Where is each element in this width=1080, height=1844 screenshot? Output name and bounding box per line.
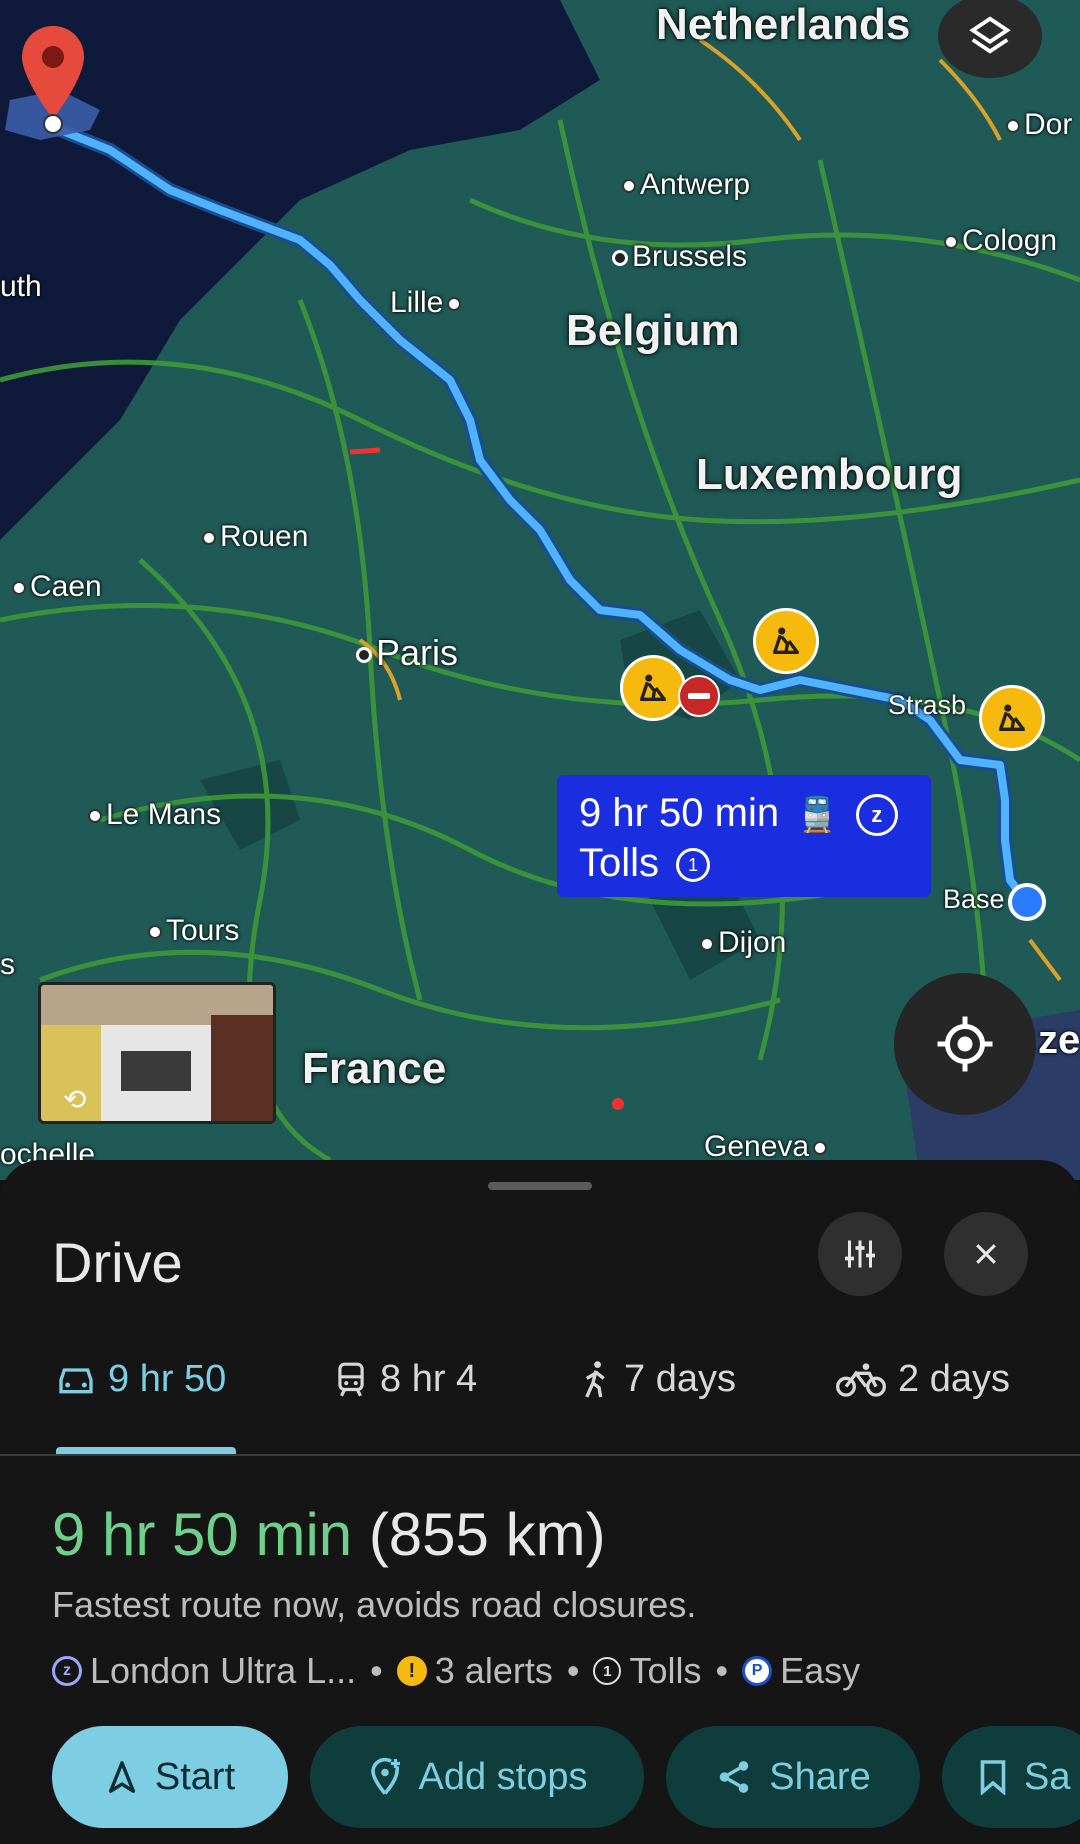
city-label: Caen [12,570,102,604]
layers-icon [969,16,1011,54]
save-button[interactable]: Sa [942,1726,1080,1828]
country-label: Belgium [566,306,740,355]
roadwork-icon[interactable] [753,608,819,674]
eta-distance: (855 km) [368,1501,606,1568]
city-label: Base [943,884,1005,914]
directions-sheet: Drive 9 hr 50 8 hr 4 7 days 2 days 9 hr … [0,1160,1080,1844]
parking-icon: P [742,1656,773,1686]
add-location-icon [370,1757,400,1795]
city-label: Antwerp [622,168,750,202]
tab-walk[interactable]: 7 days [580,1358,736,1401]
city-label: Brussels [612,240,747,274]
parking-chip[interactable]: Easy [780,1650,860,1692]
tab-walk-label: 7 days [624,1358,736,1400]
zone-icon: z [855,794,898,837]
city-label: Paris [356,632,458,674]
bookmark-icon [980,1760,1006,1795]
country-label: France [302,1044,447,1093]
roadwork-icon[interactable] [979,685,1045,751]
no-entry-icon[interactable] [678,675,720,717]
share-icon [720,1761,749,1793]
zone-chip[interactable]: London Ultra L... [90,1650,356,1692]
walk-icon [585,1360,605,1398]
share-button[interactable]: Share [666,1726,920,1828]
tab-drive-label: 9 hr 50 [108,1358,227,1400]
separator: • [715,1650,729,1691]
city-label: Geneva [704,1130,831,1164]
eta-time: 9 hr 50 min [52,1501,353,1568]
street-view-thumbnail[interactable]: ⟲ [38,982,276,1124]
train-icon: 🚆 [796,796,839,834]
city-label: Le Mans [88,798,221,832]
start-button[interactable]: Start [52,1726,288,1828]
sheet-title: Drive [52,1231,183,1294]
route-duration: 9 hr 50 min [579,791,780,835]
sliders-icon [845,1240,875,1268]
route-description: Fastest route now, avoids road closures. [52,1584,697,1625]
city-label: s [0,948,15,981]
toll-icon: 1 [593,1657,622,1685]
share-label: Share [769,1755,871,1798]
zone-icon: z [52,1656,82,1686]
save-label: Sa [1024,1755,1071,1798]
tab-transit-label: 8 hr 4 [380,1358,478,1400]
country-label: Luxembourg [696,450,963,499]
city-label: Lille [390,286,465,320]
separator: • [566,1650,580,1691]
city-label: Dor [1006,108,1072,142]
add-stops-button[interactable]: Add stops [310,1726,644,1828]
tab-bike[interactable]: 2 days [836,1358,1010,1401]
options-button[interactable] [818,1212,902,1296]
city-label: Rouen [202,520,308,554]
city-label: uth [0,270,42,303]
city-label: Strasb [888,690,967,720]
alert-icon: ! [396,1656,427,1686]
country-label: Netherlands [656,0,911,49]
route-callout[interactable]: 9 hr 50 min 🚆 z Tolls 1 [557,775,931,897]
add-stops-label: Add stops [418,1755,588,1798]
city-label: ze [1038,1018,1080,1062]
divider [0,1454,1080,1456]
start-label: Start [154,1755,236,1798]
city-label: Dijon [700,926,786,960]
map[interactable]: Netherlands Belgium Luxembourg France An… [0,0,1080,1180]
tolls-chip[interactable]: Tolls [629,1650,701,1692]
close-button[interactable] [944,1212,1028,1296]
rotate-360-icon: ⟲ [63,1084,87,1115]
alerts-chip[interactable]: 3 alerts [435,1650,553,1692]
city-label: Cologn [944,224,1057,258]
separator: • [370,1650,383,1691]
route-tolls: Tolls [579,841,660,885]
roadwork-icon[interactable] [620,655,686,721]
car-icon [59,1367,93,1393]
bike-icon [836,1362,886,1397]
drag-handle[interactable] [488,1182,592,1190]
toll-icon: 1 [676,848,711,883]
tab-drive[interactable]: 9 hr 50 [56,1358,226,1401]
tab-bike-label: 2 days [898,1358,1010,1400]
route-eta: 9 hr 50 min (855 km) [52,1500,606,1569]
city-label: Tours [148,914,239,948]
tab-transit[interactable]: 8 hr 4 [334,1358,477,1401]
origin-marker[interactable] [1008,883,1046,921]
destination-pin-icon [22,26,84,134]
close-icon [976,1244,996,1264]
navigation-arrow-icon [108,1761,135,1793]
my-location-button[interactable] [894,973,1036,1115]
train-icon [338,1362,364,1397]
my-location-icon [937,1016,993,1072]
route-info-chips: z London Ultra L... • ! 3 alerts • 1 Tol… [52,1650,860,1692]
